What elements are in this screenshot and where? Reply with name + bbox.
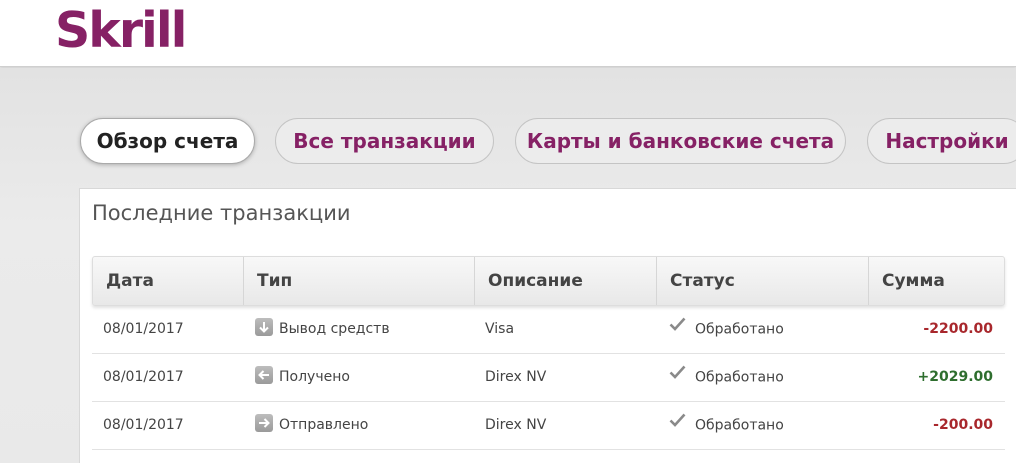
row-status-label: Обработано <box>695 417 784 434</box>
row-type: Вывод средств <box>255 306 390 353</box>
table-row[interactable]: 08/01/2017 Получено Direx NV Обработано … <box>92 354 1005 402</box>
row-description: Direx NV <box>485 369 547 385</box>
column-header-amount[interactable]: Сумма <box>869 257 1006 305</box>
column-header-description[interactable]: Описание <box>475 257 657 305</box>
header: Skrill <box>0 0 1016 67</box>
check-icon <box>669 400 686 447</box>
arrow-left-icon <box>255 366 273 384</box>
row-type: Отправлено <box>255 402 368 449</box>
row-date: 08/01/2017 <box>103 369 184 385</box>
arrow-down-icon <box>255 318 273 336</box>
row-type-label: Отправлено <box>279 417 369 433</box>
row-type-label: Вывод средств <box>279 321 390 337</box>
tab-settings[interactable]: Настройки <box>867 118 1016 164</box>
row-description: Visa <box>485 321 515 337</box>
table-row[interactable]: 08/01/2017 Вывод средств Visa Обработано… <box>92 306 1005 354</box>
column-header-date[interactable]: Дата <box>93 257 244 305</box>
check-icon <box>669 352 686 399</box>
table-row[interactable]: 08/01/2017 Отправлено Direx NV Обработан… <box>92 402 1005 450</box>
row-status: Обработано <box>669 354 784 401</box>
check-icon <box>669 304 686 351</box>
tab-cards-bank-accounts[interactable]: Карты и банковские счета <box>515 118 846 164</box>
row-amount: -2200.00 <box>923 321 993 337</box>
row-date: 08/01/2017 <box>103 321 184 337</box>
arrow-right-icon <box>255 414 273 432</box>
row-type-label: Получено <box>279 369 350 385</box>
row-status-label: Обработано <box>695 321 784 338</box>
row-description: Direx NV <box>485 417 547 433</box>
panel-title: Последние транзакции <box>92 201 351 225</box>
recent-transactions-panel: Последние транзакции Дата Тип Описание С… <box>79 188 1016 463</box>
row-status-label: Обработано <box>695 369 784 386</box>
row-amount: +2029.00 <box>917 369 994 385</box>
row-date: 08/01/2017 <box>103 417 184 433</box>
skrill-logo[interactable]: Skrill <box>55 2 187 60</box>
tab-account-overview[interactable]: Обзор счета <box>80 118 255 164</box>
row-status: Обработано <box>669 306 784 353</box>
row-amount: -200.00 <box>933 417 993 433</box>
column-header-type[interactable]: Тип <box>244 257 475 305</box>
row-status: Обработано <box>669 402 784 449</box>
tab-all-transactions[interactable]: Все транзакции <box>275 118 494 164</box>
table-header: Дата Тип Описание Статус Сумма <box>92 256 1005 306</box>
column-header-status[interactable]: Статус <box>657 257 869 305</box>
row-type: Получено <box>255 354 350 401</box>
